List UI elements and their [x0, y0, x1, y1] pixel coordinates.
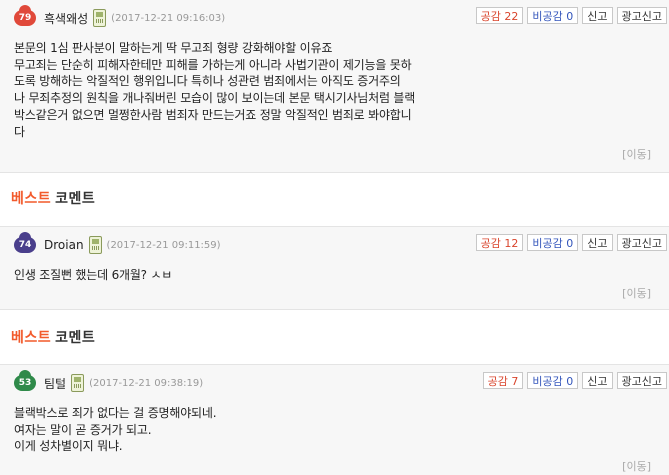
nickname[interactable]: 흑색왜성	[44, 10, 88, 27]
comment-3: 53 팀털 (2017-12-21 09:38:19) 공감 7 비공감 0 신…	[0, 364, 669, 475]
comment-actions: 공감 7 비공감 0 신고 광고신고	[479, 372, 667, 389]
like-button[interactable]: 공감 22	[475, 7, 524, 24]
comment-actions: 공감 22 비공감 0 신고 광고신고	[472, 7, 667, 24]
comment-body: 블랙박스로 죄가 없다는 걸 증명해야되네. 여자는 말이 곧 증거가 되고. …	[14, 406, 217, 454]
dislike-button[interactable]: 비공감 0	[527, 7, 579, 24]
ad-report-button[interactable]: 광고신고	[616, 372, 667, 389]
ad-report-button[interactable]: 광고신고	[616, 234, 667, 251]
nickname[interactable]: 팀털	[44, 375, 66, 392]
level-badge-icon	[19, 370, 31, 376]
level-badge: 74	[14, 232, 36, 253]
move-link[interactable]: [이동]	[622, 458, 651, 474]
level-badge: 79	[14, 5, 36, 26]
dislike-button[interactable]: 비공감 0	[527, 234, 579, 251]
comment-1: 79 흑색왜성 (2017-12-21 09:16:03) 공감 22 비공감 …	[0, 0, 669, 173]
comment-actions: 공감 12 비공감 0 신고 광고신고	[472, 234, 667, 251]
report-button[interactable]: 신고	[582, 7, 613, 24]
comment-date: (2017-12-21 09:38:19)	[89, 377, 204, 389]
level-badge-icon	[19, 5, 31, 11]
ad-report-button[interactable]: 광고신고	[616, 7, 667, 24]
like-button[interactable]: 공감 7	[482, 372, 524, 389]
comment-date: (2017-12-21 09:11:59)	[106, 239, 221, 251]
comment-header: 53 팀털 (2017-12-21 09:38:19)	[14, 370, 204, 392]
level-badge-icon	[19, 232, 31, 238]
best-comment-label: 베스트 코멘트	[11, 330, 96, 346]
comment-header: 79 흑색왜성 (2017-12-21 09:16:03)	[14, 5, 226, 27]
mobile-icon	[71, 374, 85, 392]
move-link[interactable]: [이동]	[622, 285, 651, 301]
report-button[interactable]: 신고	[582, 372, 613, 389]
comment-header: 74 Droian (2017-12-21 09:11:59)	[14, 232, 221, 254]
comment-body: 인생 조질뻔 했는데 6개월? ㅅㅂ	[14, 268, 173, 282]
move-link[interactable]: [이동]	[622, 146, 651, 162]
dislike-button[interactable]: 비공감 0	[527, 372, 579, 389]
comment-body: 본문의 1심 판사분이 말하는게 딱 무고죄 형량 강화해야할 이유죠 무고죄는…	[14, 41, 416, 139]
mobile-icon	[93, 9, 107, 27]
comment-2: 74 Droian (2017-12-21 09:11:59) 공감 12 비공…	[0, 226, 669, 310]
best-comment-label: 베스트 코멘트	[11, 191, 96, 207]
comment-date: (2017-12-21 09:16:03)	[111, 12, 226, 24]
level-badge: 53	[14, 370, 36, 391]
nickname[interactable]: Droian	[44, 238, 84, 252]
mobile-icon	[88, 236, 102, 254]
report-button[interactable]: 신고	[582, 234, 613, 251]
like-button[interactable]: 공감 12	[475, 234, 524, 251]
